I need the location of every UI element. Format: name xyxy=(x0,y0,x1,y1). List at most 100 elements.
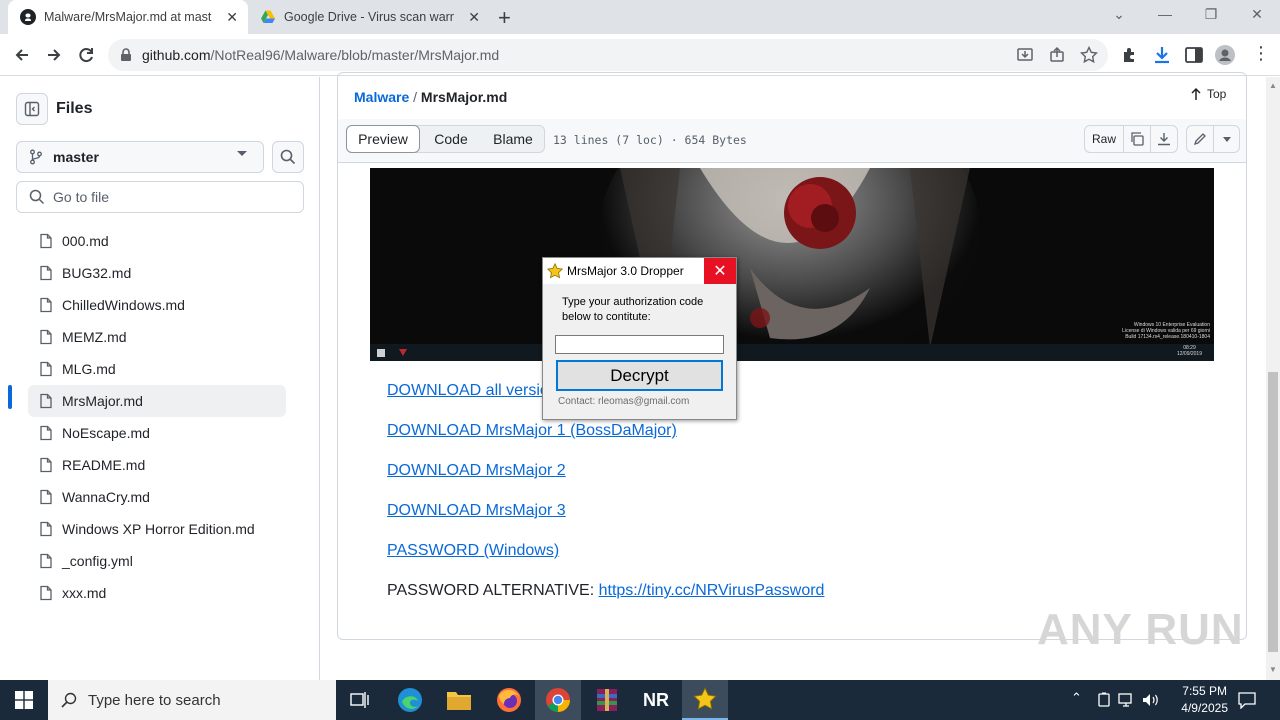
branch-name: master xyxy=(53,149,99,165)
file-item[interactable]: 000.md xyxy=(28,225,286,257)
collapse-sidebar-button[interactable] xyxy=(16,93,48,125)
extensions-icon[interactable] xyxy=(1120,45,1140,65)
show-hidden-icons[interactable]: ⌃ xyxy=(1071,690,1082,706)
copy-icon xyxy=(1131,132,1144,146)
task-view-button[interactable] xyxy=(337,680,383,720)
file-item[interactable]: MLG.md xyxy=(28,353,286,385)
file-item[interactable]: BUG32.md xyxy=(28,257,286,289)
file-item[interactable]: README.md xyxy=(28,449,286,481)
download-raw-button[interactable] xyxy=(1150,125,1178,153)
scroll-down-arrow-icon[interactable]: ▼ xyxy=(1269,665,1277,674)
file-item[interactable]: MrsMajor.md xyxy=(28,385,286,417)
forward-arrow-icon[interactable] xyxy=(44,45,64,65)
edit-dropdown-button[interactable] xyxy=(1213,125,1240,153)
profile-avatar-icon[interactable] xyxy=(1215,45,1235,65)
file-item[interactable]: _config.yml xyxy=(28,545,286,577)
dialog-prompt: Type your authorization code below to co… xyxy=(562,296,704,323)
search-files-button[interactable] xyxy=(272,141,304,173)
branch-selector[interactable]: master xyxy=(16,141,264,173)
tab-blame[interactable]: Blame xyxy=(481,126,545,152)
download-icon xyxy=(1158,133,1170,146)
new-tab-button[interactable]: + xyxy=(498,5,511,31)
edge-taskbar-app[interactable] xyxy=(387,680,433,720)
page-scrollbar[interactable]: ▲ ▼ xyxy=(1266,77,1280,680)
dialog-contact: Contact: rleomas@gmail.com xyxy=(558,396,690,407)
bookmark-star-icon[interactable] xyxy=(1080,46,1098,64)
file-item[interactable]: xxx.md xyxy=(28,577,286,609)
copy-raw-button[interactable] xyxy=(1123,125,1151,153)
file-item-label: Windows XP Horror Edition.md xyxy=(62,521,255,537)
battery-device-icon[interactable] xyxy=(1096,692,1112,708)
taskbar-search-box[interactable]: Type here to search xyxy=(48,680,336,720)
view-mode-tabs: Preview Code Blame xyxy=(346,125,545,153)
winrar-icon xyxy=(597,689,617,711)
restore-button[interactable]: ❐ xyxy=(1196,6,1226,23)
star-app-icon xyxy=(693,687,717,710)
file-icon xyxy=(40,489,52,505)
scrollbar-thumb[interactable] xyxy=(1268,372,1278,652)
edit-file-button[interactable] xyxy=(1186,125,1214,153)
file-info: 13 lines (7 loc) · 654 Bytes xyxy=(553,133,747,147)
chrome-taskbar-app[interactable] xyxy=(535,680,581,720)
file-item[interactable]: NoEscape.md xyxy=(28,417,286,449)
start-button[interactable] xyxy=(0,680,48,720)
reload-icon[interactable] xyxy=(76,45,96,65)
file-item[interactable]: WannaCry.md xyxy=(28,481,286,513)
firefox-taskbar-app[interactable] xyxy=(486,680,532,720)
volume-icon[interactable] xyxy=(1142,692,1160,708)
nr-taskbar-app[interactable]: NR xyxy=(633,680,679,720)
file-view: Malware / MrsMajor.md Top Preview Code B… xyxy=(321,72,1266,680)
tab-search-icon[interactable]: ⌄ xyxy=(1104,6,1134,23)
top-button[interactable]: Top xyxy=(1190,87,1226,101)
lock-icon[interactable] xyxy=(120,48,132,62)
sidebar-collapse-icon xyxy=(24,101,40,117)
downloads-icon[interactable] xyxy=(1152,45,1172,65)
breadcrumb-repo-link[interactable]: Malware xyxy=(354,89,409,105)
file-item[interactable]: ChilledWindows.md xyxy=(28,289,286,321)
file-item-label: README.md xyxy=(62,457,146,473)
file-item-label: ChilledWindows.md xyxy=(62,297,185,313)
close-tab-icon[interactable]: ✕ xyxy=(468,9,480,26)
file-item-label: xxx.md xyxy=(62,585,107,601)
authorization-code-input[interactable] xyxy=(555,335,724,354)
taskbar-clock[interactable]: 7:55 PM 4/9/2025 xyxy=(1181,683,1228,717)
tab-google-drive[interactable]: Google Drive - Virus scan warnin ✕ xyxy=(250,0,490,34)
share-icon[interactable] xyxy=(1048,46,1066,64)
network-icon[interactable] xyxy=(1118,692,1136,708)
back-arrow-icon[interactable] xyxy=(12,45,32,65)
download-mrsmajor1-link[interactable]: DOWNLOAD MrsMajor 1 (BossDaMajor) xyxy=(387,422,677,440)
install-app-icon[interactable] xyxy=(1016,46,1034,64)
minimize-button[interactable]: — xyxy=(1150,6,1180,22)
download-mrsmajor3-link[interactable]: DOWNLOAD MrsMajor 3 xyxy=(387,502,566,520)
go-to-file-placeholder: Go to file xyxy=(53,189,110,205)
menu-kebab-icon[interactable]: ⋮ xyxy=(1252,43,1270,64)
address-bar[interactable]: github.com/NotReal96/Malware/blob/master… xyxy=(108,39,1108,71)
dialog-titlebar[interactable]: MrsMajor 3.0 Dropper ✕ xyxy=(543,258,736,284)
tab-preview[interactable]: Preview xyxy=(346,125,420,153)
password-link[interactable]: PASSWORD (Windows) xyxy=(387,542,559,560)
raw-button[interactable]: Raw xyxy=(1084,125,1124,153)
close-window-button[interactable]: ✕ xyxy=(1242,6,1272,23)
download-mrsmajor2-link[interactable]: DOWNLOAD MrsMajor 2 xyxy=(387,462,566,480)
scroll-up-arrow-icon[interactable]: ▲ xyxy=(1269,81,1277,90)
dialog-close-button[interactable]: ✕ xyxy=(704,258,736,284)
download-all-link[interactable]: DOWNLOAD all versions xyxy=(387,382,566,400)
notifications-icon[interactable] xyxy=(1238,691,1256,709)
windows-taskbar: Type here to search NR ⌃ 7:55 PM 4/9/202… xyxy=(0,680,1280,720)
side-panel-icon[interactable] xyxy=(1184,45,1204,65)
tab-code[interactable]: Code xyxy=(421,126,481,152)
password-alternative-label: PASSWORD ALTERNATIVE: xyxy=(387,582,599,599)
go-to-file-input[interactable]: Go to file xyxy=(16,181,304,213)
file-item[interactable]: Windows XP Horror Edition.md xyxy=(28,513,286,545)
close-tab-icon[interactable]: ✕ xyxy=(226,9,238,26)
file-item[interactable]: MEMZ.md xyxy=(28,321,286,353)
decrypt-button[interactable]: Decrypt xyxy=(556,360,723,391)
mrsmajor-taskbar-app[interactable] xyxy=(682,680,728,720)
password-alternative-link[interactable]: https://tiny.cc/NRVirusPassword xyxy=(599,582,825,599)
winrar-taskbar-app[interactable] xyxy=(584,680,630,720)
file-explorer-taskbar-app[interactable] xyxy=(436,680,482,720)
caret-down-icon xyxy=(237,151,247,156)
chrome-icon xyxy=(546,688,570,712)
tab-github[interactable]: Malware/MrsMajor.md at maste ✕ xyxy=(8,0,248,34)
file-icon xyxy=(40,521,52,537)
